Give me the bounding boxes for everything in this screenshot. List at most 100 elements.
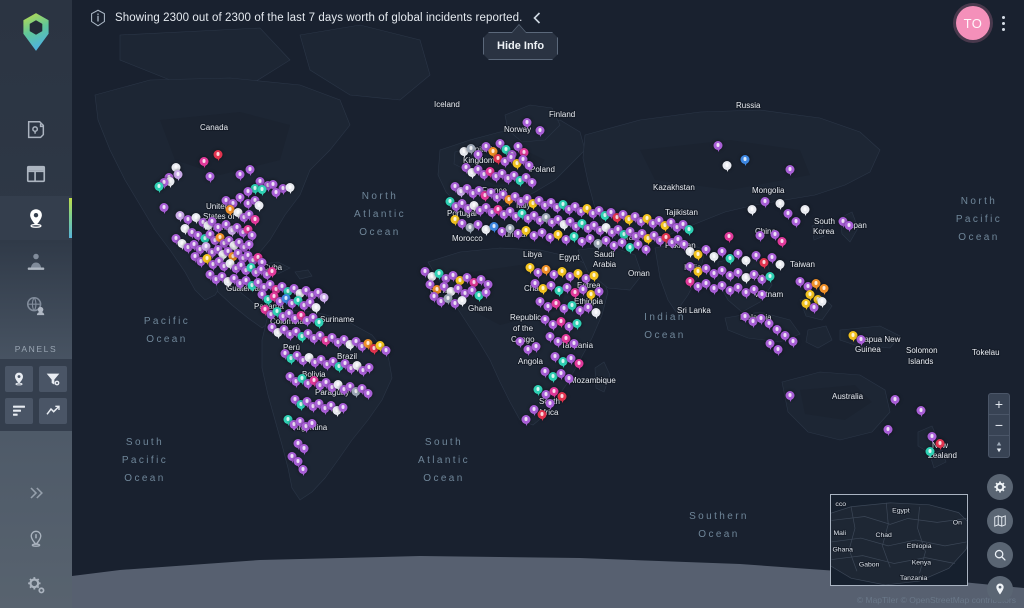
- note-pin-add-icon: [27, 121, 45, 139]
- incident-marker[interactable]: [722, 161, 732, 174]
- incident-marker[interactable]: [591, 308, 601, 321]
- sidebar-item-globe-users[interactable]: [0, 284, 72, 328]
- sidebar-help-button[interactable]: [0, 516, 72, 562]
- minimap-label: Chad: [876, 532, 893, 539]
- incident-marker[interactable]: [319, 293, 329, 306]
- map-settings-button[interactable]: [987, 474, 1013, 500]
- filter-gear-icon: [46, 373, 60, 386]
- incident-marker[interactable]: [267, 267, 277, 280]
- incident-marker[interactable]: [927, 432, 937, 445]
- incident-marker[interactable]: [364, 363, 374, 376]
- incident-marker[interactable]: [747, 205, 757, 218]
- incident-marker[interactable]: [935, 439, 945, 452]
- incident-marker[interactable]: [307, 419, 317, 432]
- sidebar-item-map[interactable]: [0, 196, 72, 240]
- incident-marker[interactable]: [338, 403, 348, 416]
- panel-button-filters[interactable]: [39, 366, 67, 392]
- sidebar-settings-button[interactable]: [0, 562, 72, 608]
- sidebar-item-report-incident[interactable]: [0, 108, 72, 152]
- incident-marker[interactable]: [589, 271, 599, 284]
- incident-marker[interactable]: [791, 217, 801, 230]
- minimap-label: On: [953, 519, 962, 526]
- search-button[interactable]: [987, 542, 1013, 568]
- zoom-in-button[interactable]: +: [989, 394, 1009, 415]
- incident-marker[interactable]: [773, 345, 783, 358]
- left-sidebar: PANELS: [0, 0, 72, 608]
- incident-marker[interactable]: [457, 296, 467, 309]
- incident-marker[interactable]: [481, 288, 491, 301]
- incident-marker[interactable]: [527, 178, 537, 191]
- incident-marker[interactable]: [890, 395, 900, 408]
- incident-marker[interactable]: [205, 172, 215, 185]
- sidebar-bottom: [0, 470, 72, 608]
- compass-icon: [996, 441, 1002, 452]
- incident-marker[interactable]: [213, 150, 223, 163]
- incident-marker[interactable]: [856, 335, 866, 348]
- panels-heading: PANELS: [14, 344, 58, 354]
- incident-marker[interactable]: [574, 359, 584, 372]
- incident-count-message: Showing 2300 out of 2300 of the last 7 d…: [115, 12, 523, 24]
- incident-marker[interactable]: [844, 221, 854, 234]
- panel-button-locations[interactable]: [5, 366, 33, 392]
- basemap-button[interactable]: [987, 508, 1013, 534]
- locate-button[interactable]: [987, 576, 1013, 602]
- incident-marker[interactable]: [173, 170, 183, 183]
- kebab-menu-icon[interactable]: [996, 12, 1010, 34]
- sidebar-item-dashboard[interactable]: [0, 152, 72, 196]
- incident-marker[interactable]: [713, 141, 723, 154]
- incident-marker[interactable]: [535, 126, 545, 139]
- incident-marker[interactable]: [757, 290, 767, 303]
- incident-marker[interactable]: [245, 165, 255, 178]
- hide-info-toggle[interactable]: [530, 10, 544, 26]
- incident-marker[interactable]: [777, 237, 787, 250]
- incident-marker[interactable]: [531, 342, 541, 355]
- avatar[interactable]: TO: [956, 6, 990, 40]
- incident-marker[interactable]: [572, 319, 582, 332]
- incident-marker[interactable]: [522, 118, 532, 131]
- zoom-out-button[interactable]: −: [989, 415, 1009, 436]
- app-logo[interactable]: [14, 8, 58, 56]
- incident-marker[interactable]: [817, 297, 827, 310]
- incident-marker[interactable]: [159, 203, 169, 216]
- incident-marker[interactable]: [916, 406, 926, 419]
- incident-marker[interactable]: [235, 170, 245, 183]
- panel-button-statistics[interactable]: [5, 398, 33, 424]
- incident-marker[interactable]: [521, 415, 531, 428]
- incident-marker[interactable]: [199, 157, 209, 170]
- panel-button-trends[interactable]: [39, 398, 67, 424]
- incident-marker[interactable]: [785, 165, 795, 178]
- incident-marker[interactable]: [537, 410, 547, 423]
- incident-marker[interactable]: [154, 182, 164, 195]
- sidebar-expand-button[interactable]: [0, 470, 72, 516]
- incident-marker[interactable]: [298, 465, 308, 478]
- incident-marker[interactable]: [299, 444, 309, 457]
- incident-marker[interactable]: [925, 447, 935, 460]
- incident-marker[interactable]: [760, 197, 770, 210]
- incident-marker[interactable]: [775, 260, 785, 273]
- incident-marker[interactable]: [545, 399, 555, 412]
- incident-marker[interactable]: [569, 339, 579, 352]
- incident-marker[interactable]: [363, 389, 373, 402]
- minimap[interactable]: cco Egypt On Mali Chad Ghana Ethiopia Gabon Keny…: [830, 494, 968, 586]
- incident-marker[interactable]: [788, 337, 798, 350]
- incident-marker[interactable]: [314, 318, 324, 331]
- incident-marker[interactable]: [785, 391, 795, 404]
- incident-marker[interactable]: [381, 346, 391, 359]
- incident-marker[interactable]: [271, 188, 281, 201]
- incident-marker[interactable]: [724, 232, 734, 245]
- incident-marker[interactable]: [594, 287, 604, 300]
- incident-marker[interactable]: [254, 201, 264, 214]
- incident-marker[interactable]: [684, 225, 694, 238]
- incident-marker[interactable]: [557, 392, 567, 405]
- incident-marker[interactable]: [285, 183, 295, 196]
- sidebar-item-operator[interactable]: [0, 240, 72, 284]
- incident-marker[interactable]: [883, 425, 893, 438]
- incident-marker[interactable]: [755, 231, 765, 244]
- incident-marker[interactable]: [740, 155, 750, 168]
- incident-marker[interactable]: [741, 256, 751, 269]
- incident-marker[interactable]: [641, 245, 651, 258]
- incident-marker[interactable]: [765, 272, 775, 285]
- incident-marker[interactable]: [564, 374, 574, 387]
- compass-button[interactable]: [989, 436, 1009, 457]
- incident-marker[interactable]: [800, 205, 810, 218]
